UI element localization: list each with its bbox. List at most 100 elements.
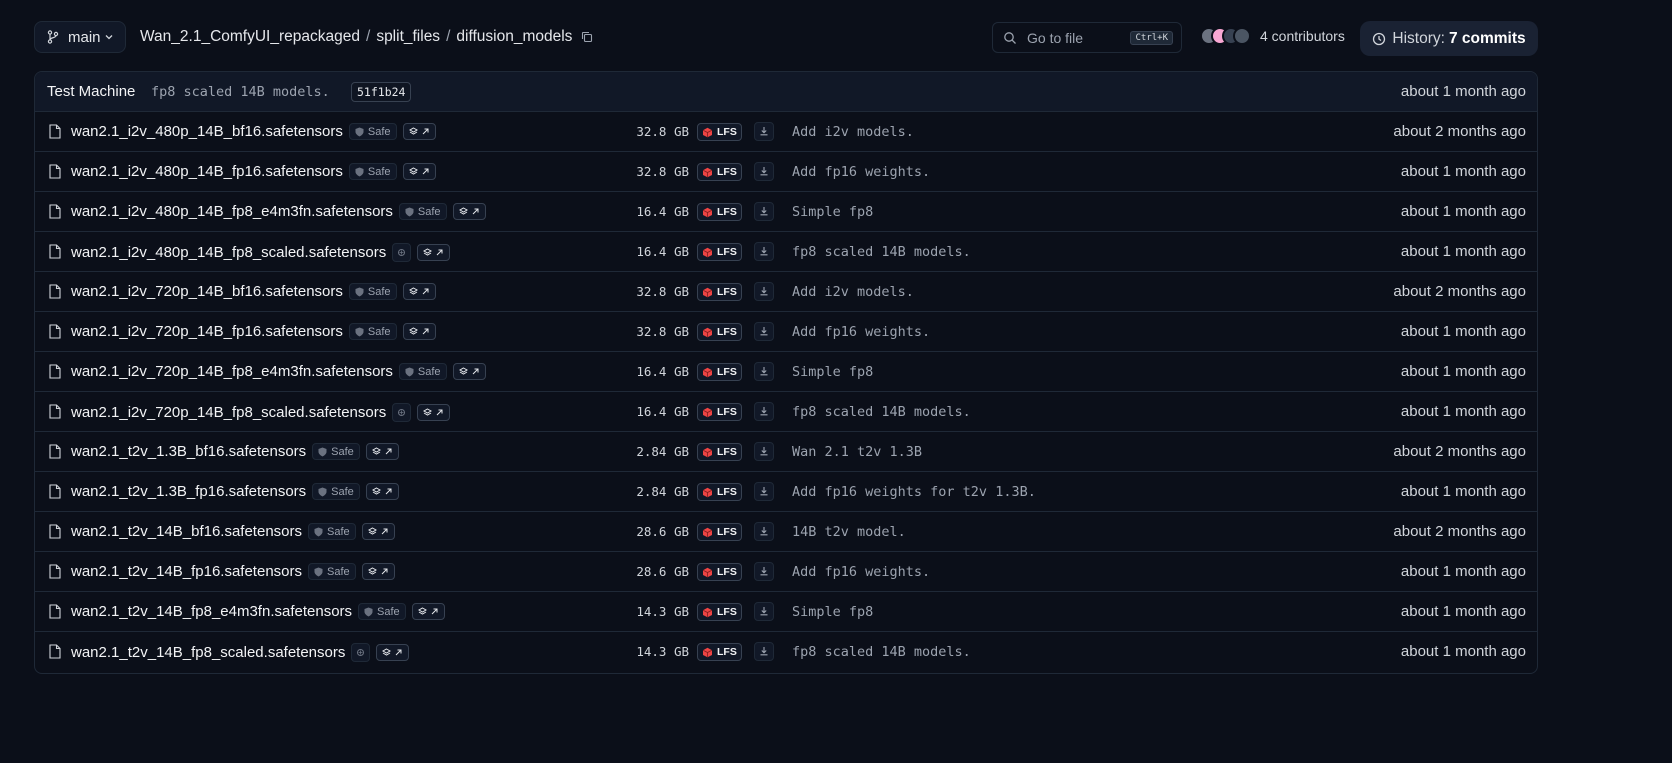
- open-in-viewer-badge[interactable]: [402, 163, 436, 180]
- go-to-file-input[interactable]: [1025, 28, 1131, 47]
- file-name-link[interactable]: wan2.1_i2v_720p_14B_fp8_e4m3fn.safetenso…: [71, 363, 393, 380]
- file-commit-message[interactable]: Add i2v models.: [792, 124, 914, 140]
- scan-pending-badge[interactable]: [392, 243, 412, 262]
- lfs-badge[interactable]: LFS: [697, 523, 742, 541]
- download-button[interactable]: [754, 282, 774, 301]
- file-name-link[interactable]: wan2.1_t2v_14B_fp8_e4m3fn.safetensors: [71, 603, 352, 620]
- file-name-link[interactable]: wan2.1_i2v_720p_14B_bf16.safetensors: [71, 283, 343, 300]
- download-button[interactable]: [754, 442, 774, 461]
- open-in-viewer-badge[interactable]: [365, 443, 399, 460]
- download-button[interactable]: [754, 602, 774, 621]
- lfs-badge[interactable]: LFS: [697, 123, 742, 141]
- lfs-label: LFS: [717, 486, 737, 498]
- open-in-viewer-badge[interactable]: [452, 203, 486, 220]
- safe-badge[interactable]: Safe: [312, 443, 360, 460]
- file-name-link[interactable]: wan2.1_i2v_720p_14B_fp8_scaled.safetenso…: [71, 404, 386, 421]
- open-in-viewer-badge[interactable]: [361, 563, 395, 580]
- file-name-link[interactable]: wan2.1_t2v_14B_fp8_scaled.safetensors: [71, 644, 345, 661]
- copy-path-icon[interactable]: [581, 31, 593, 43]
- lfs-badge[interactable]: LFS: [697, 363, 742, 381]
- commit-hash[interactable]: 51f1b24: [351, 82, 412, 102]
- lfs-badge[interactable]: LFS: [697, 443, 742, 461]
- file-commit-message[interactable]: Add i2v models.: [792, 284, 914, 300]
- download-button[interactable]: [754, 202, 774, 221]
- safe-badge[interactable]: Safe: [308, 563, 356, 580]
- history-button[interactable]: History: 7 commits: [1360, 21, 1538, 56]
- safe-badge[interactable]: Safe: [348, 123, 397, 140]
- open-in-viewer-badge[interactable]: [402, 123, 436, 140]
- commit-author[interactable]: Test Machine: [47, 83, 135, 100]
- file-commit-message[interactable]: Simple fp8: [792, 364, 873, 380]
- file-commit-message[interactable]: Simple fp8: [792, 204, 873, 220]
- commit-message[interactable]: fp8 scaled 14B models.: [151, 84, 330, 100]
- file-name-link[interactable]: wan2.1_i2v_480p_14B_fp8_e4m3fn.safetenso…: [71, 203, 393, 220]
- download-button[interactable]: [754, 162, 774, 181]
- safe-badge[interactable]: Safe: [358, 603, 406, 620]
- file-commit-message[interactable]: Wan 2.1 t2v 1.3B: [792, 444, 922, 460]
- download-icon: [759, 363, 769, 381]
- file-name-link[interactable]: wan2.1_t2v_1.3B_fp16.safetensors: [71, 483, 306, 500]
- breadcrumb-repo[interactable]: Wan_2.1_ComfyUI_repackaged: [140, 28, 360, 46]
- lfs-badge[interactable]: LFS: [697, 563, 742, 581]
- file-commit-message[interactable]: fp8 scaled 14B models.: [792, 244, 971, 260]
- lfs-badge[interactable]: LFS: [697, 603, 742, 621]
- open-in-viewer-badge[interactable]: [376, 644, 410, 661]
- download-button[interactable]: [754, 362, 774, 381]
- open-in-viewer-badge[interactable]: [417, 244, 451, 261]
- lfs-badge[interactable]: LFS: [697, 483, 742, 501]
- file-commit-date: about 1 month ago: [1400, 643, 1526, 660]
- file-commit-message[interactable]: fp8 scaled 14B models.: [792, 644, 971, 660]
- go-to-file-search[interactable]: Ctrl+K: [992, 22, 1182, 53]
- download-button[interactable]: [754, 522, 774, 541]
- lfs-badge[interactable]: LFS: [697, 403, 742, 421]
- lfs-badge[interactable]: LFS: [697, 643, 742, 661]
- external-link-icon: [430, 603, 439, 621]
- lfs-badge[interactable]: LFS: [697, 163, 742, 181]
- download-button[interactable]: [754, 482, 774, 501]
- download-button[interactable]: [754, 402, 774, 421]
- file-name-link[interactable]: wan2.1_i2v_480p_14B_fp8_scaled.safetenso…: [71, 244, 386, 261]
- download-button[interactable]: [754, 562, 774, 581]
- open-in-viewer-badge[interactable]: [365, 483, 399, 500]
- lfs-badge[interactable]: LFS: [697, 323, 742, 341]
- safe-badge[interactable]: Safe: [348, 283, 397, 300]
- file-commit-message[interactable]: Add fp16 weights.: [792, 564, 930, 580]
- file-name-link[interactable]: wan2.1_i2v_480p_14B_fp16.safetensors: [71, 163, 343, 180]
- safe-badge[interactable]: Safe: [398, 203, 447, 220]
- safe-badge[interactable]: Safe: [398, 363, 447, 380]
- download-button[interactable]: [754, 242, 774, 261]
- safe-badge[interactable]: Safe: [348, 163, 397, 180]
- file-commit-message[interactable]: Add fp16 weights for t2v 1.3B.: [792, 484, 1036, 500]
- open-in-viewer-badge[interactable]: [452, 363, 486, 380]
- download-button[interactable]: [754, 122, 774, 141]
- file-name-link[interactable]: wan2.1_t2v_14B_fp16.safetensors: [71, 563, 302, 580]
- breadcrumb-folder-split-files[interactable]: split_files: [376, 28, 440, 46]
- lfs-badge[interactable]: LFS: [697, 243, 742, 261]
- file-name-link[interactable]: wan2.1_t2v_14B_bf16.safetensors: [71, 523, 302, 540]
- contributors-link[interactable]: 4 contributors: [1200, 27, 1345, 45]
- file-commit-message[interactable]: Simple fp8: [792, 604, 873, 620]
- file-name-link[interactable]: wan2.1_i2v_720p_14B_fp16.safetensors: [71, 323, 343, 340]
- open-in-viewer-badge[interactable]: [417, 404, 451, 421]
- file-name-link[interactable]: wan2.1_t2v_1.3B_bf16.safetensors: [71, 443, 306, 460]
- scan-pending-badge[interactable]: [351, 643, 371, 662]
- download-button[interactable]: [754, 322, 774, 341]
- lfs-badge[interactable]: LFS: [697, 283, 742, 301]
- scan-pending-badge[interactable]: [392, 403, 412, 422]
- file-name-link[interactable]: wan2.1_i2v_480p_14B_bf16.safetensors: [71, 123, 343, 140]
- branch-selector-button[interactable]: main: [34, 21, 126, 53]
- download-button[interactable]: [754, 642, 774, 661]
- open-in-viewer-badge[interactable]: [411, 603, 445, 621]
- file-commit-message[interactable]: fp8 scaled 14B models.: [792, 404, 971, 420]
- file-commit-message[interactable]: Add fp16 weights.: [792, 164, 930, 180]
- file-commit-message[interactable]: Add fp16 weights.: [792, 324, 930, 340]
- file-commit-message[interactable]: 14B t2v model.: [792, 524, 906, 540]
- open-in-viewer-badge[interactable]: [402, 283, 436, 300]
- lfs-badge[interactable]: LFS: [697, 203, 742, 221]
- safe-badge[interactable]: Safe: [308, 523, 356, 540]
- open-in-viewer-badge[interactable]: [361, 523, 395, 540]
- safe-badge[interactable]: Safe: [312, 483, 360, 500]
- safe-badge[interactable]: Safe: [348, 323, 397, 340]
- file-size: 32.8 GB: [636, 124, 689, 139]
- open-in-viewer-badge[interactable]: [402, 323, 436, 340]
